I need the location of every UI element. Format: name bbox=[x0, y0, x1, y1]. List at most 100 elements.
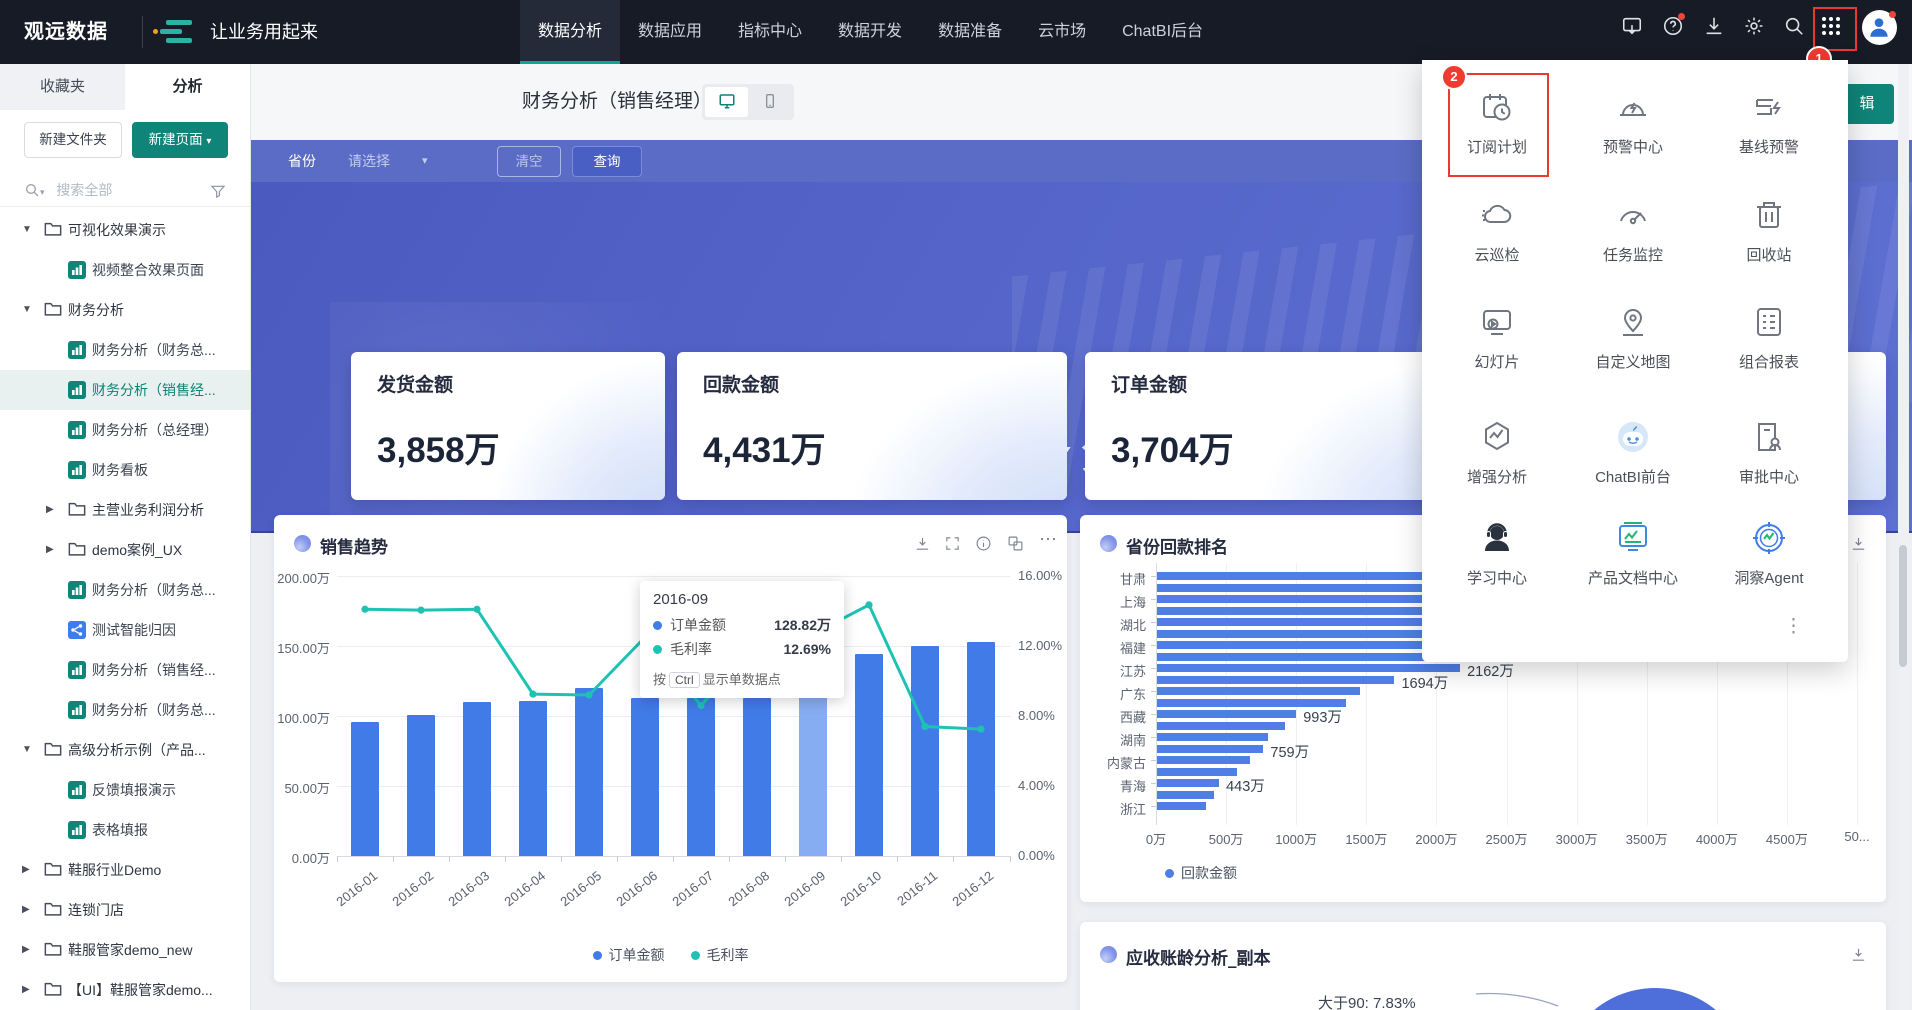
bar-2016-05[interactable] bbox=[575, 688, 603, 856]
legend-item-回款金额[interactable]: 回款金额 bbox=[1165, 863, 1237, 883]
caret-expanded-icon[interactable]: ▼ bbox=[22, 730, 32, 770]
bar-2016-12[interactable] bbox=[967, 641, 995, 856]
tree-item-鞋服行业Demo[interactable]: ▶ 鞋服行业Demo bbox=[0, 850, 250, 890]
tree-item-财务分析（财务总...[interactable]: 财务分析（财务总... bbox=[0, 690, 250, 730]
tree-item-鞋服管家demo_new[interactable]: ▶ 鞋服管家demo_new bbox=[0, 930, 250, 970]
nav-tab-云市场[interactable]: 云市场 bbox=[1020, 0, 1104, 61]
tree-item-demo案例_UX[interactable]: ▶ demo案例_UX bbox=[0, 530, 250, 570]
tree-item-可视化效果演示[interactable]: ▼ 可视化效果演示 bbox=[0, 210, 250, 250]
nav-tab-数据分析[interactable]: 数据分析 bbox=[520, 0, 621, 64]
hbar-19[interactable] bbox=[1157, 790, 1215, 799]
popup-item-回收站[interactable]: 回收站 bbox=[1701, 197, 1837, 265]
bar-2016-11[interactable] bbox=[911, 646, 939, 856]
legend-item-订单金额[interactable]: 订单金额 bbox=[592, 945, 665, 965]
search-icon[interactable] bbox=[1782, 15, 1806, 39]
tree-item-主营业务利润分析[interactable]: ▶ 主营业务利润分析 bbox=[0, 490, 250, 530]
hbar-15[interactable] bbox=[1157, 744, 1264, 753]
tree-item-【UI】鞋服管家demo...[interactable]: ▶ 【UI】鞋服管家demo... bbox=[0, 970, 250, 1010]
bar-2016-06[interactable] bbox=[631, 697, 659, 856]
hbar-17[interactable] bbox=[1157, 767, 1237, 776]
chevron-down-icon[interactable]: ▾ bbox=[422, 140, 428, 182]
bar-2016-09[interactable] bbox=[799, 675, 827, 856]
tree-item-财务分析（财务总...[interactable]: 财务分析（财务总... bbox=[0, 330, 250, 370]
tree-item-表格填报[interactable]: 表格填报 bbox=[0, 810, 250, 850]
tree-item-财务分析（总经理）[interactable]: 财务分析（总经理） bbox=[0, 410, 250, 450]
popup-item-组合报表[interactable]: 组合报表 bbox=[1701, 304, 1837, 372]
tree-item-财务分析（财务总...[interactable]: 财务分析（财务总... bbox=[0, 570, 250, 610]
sidebar-tab-favorites[interactable]: 收藏夹 bbox=[0, 64, 125, 110]
caret-expanded-icon[interactable]: ▼ bbox=[22, 210, 32, 250]
nav-tab-数据应用[interactable]: 数据应用 bbox=[620, 0, 720, 61]
bar-2016-08[interactable] bbox=[743, 697, 771, 856]
hbar-内蒙古[interactable] bbox=[1157, 756, 1250, 764]
card-info-icon[interactable] bbox=[975, 535, 993, 553]
hbar-13[interactable] bbox=[1157, 721, 1285, 730]
query-button[interactable]: 查询 bbox=[572, 146, 642, 177]
filter-funnel-icon[interactable] bbox=[210, 183, 226, 199]
popup-item-ChatBI前台[interactable]: ChatBI前台 bbox=[1565, 419, 1701, 487]
nav-tab-ChatBI后台[interactable]: ChatBI后台 bbox=[1104, 0, 1221, 61]
hbar-广东[interactable] bbox=[1157, 687, 1361, 695]
new-folder-button[interactable]: 新建文件夹 bbox=[24, 122, 122, 158]
tree-item-连锁门店[interactable]: ▶ 连锁门店 bbox=[0, 890, 250, 930]
desktop-view-button[interactable] bbox=[705, 87, 748, 117]
scrollbar-thumb[interactable] bbox=[1899, 545, 1907, 667]
popup-item-审批中心[interactable]: 审批中心 bbox=[1701, 419, 1837, 487]
nav-tab-数据开发[interactable]: 数据开发 bbox=[820, 0, 920, 61]
card-download-icon[interactable] bbox=[1850, 535, 1868, 553]
caret-collapsed-icon[interactable]: ▶ bbox=[22, 970, 30, 1010]
tree-item-财务看板[interactable]: 财务看板 bbox=[0, 450, 250, 490]
clear-button[interactable]: 清空 bbox=[497, 146, 561, 177]
hbar-青海[interactable] bbox=[1157, 779, 1220, 787]
popup-item-自定义地图[interactable]: 自定义地图 bbox=[1565, 304, 1701, 372]
caret-expanded-icon[interactable]: ▼ bbox=[22, 290, 32, 330]
hbar-湖南[interactable] bbox=[1157, 733, 1268, 741]
bar-2016-07[interactable] bbox=[687, 697, 715, 856]
popup-item-增强分析[interactable]: 增强分析 bbox=[1429, 419, 1565, 487]
nav-tab-数据准备[interactable]: 数据准备 bbox=[920, 0, 1020, 61]
popup-item-基线预警[interactable]: 基线预警 bbox=[1701, 89, 1837, 157]
popup-item-学习中心[interactable]: 学习中心 bbox=[1429, 520, 1565, 588]
caret-collapsed-icon[interactable]: ▶ bbox=[22, 930, 30, 970]
caret-collapsed-icon[interactable]: ▶ bbox=[22, 850, 30, 890]
province-legend[interactable]: 回款金额 bbox=[1165, 863, 1237, 883]
help-icon[interactable] bbox=[1661, 13, 1685, 39]
tree-item-财务分析（销售经...[interactable]: 财务分析（销售经... bbox=[0, 370, 250, 410]
settings-gear-icon[interactable] bbox=[1742, 15, 1766, 39]
sidebar-tab-analysis[interactable]: 分析 bbox=[125, 64, 250, 110]
bar-2016-02[interactable] bbox=[407, 714, 435, 856]
avatar[interactable] bbox=[1862, 10, 1897, 45]
new-page-button[interactable]: 新建页面 ▾ bbox=[132, 122, 228, 158]
caret-collapsed-icon[interactable]: ▶ bbox=[22, 890, 30, 930]
caret-collapsed-icon[interactable]: ▶ bbox=[46, 530, 54, 570]
edit-button-partial[interactable]: 辑 bbox=[1840, 84, 1894, 124]
popup-item-云巡检[interactable]: 云巡检 bbox=[1429, 197, 1565, 265]
tree-item-财务分析（销售经...[interactable]: 财务分析（销售经... bbox=[0, 650, 250, 690]
card-more-icon[interactable]: ⋯ bbox=[1039, 529, 1057, 549]
popup-item-产品文档中心[interactable]: 产品文档中心 bbox=[1565, 520, 1701, 588]
card-download-icon[interactable] bbox=[1850, 946, 1868, 964]
popup-item-任务监控[interactable]: 任务监控 bbox=[1565, 197, 1701, 265]
caret-collapsed-icon[interactable]: ▶ bbox=[46, 490, 54, 530]
cast-screen-icon[interactable] bbox=[1620, 15, 1644, 39]
hbar-9[interactable] bbox=[1157, 675, 1395, 684]
search-input[interactable]: ▾ 搜索全部 bbox=[24, 180, 226, 206]
popup-more-icon[interactable]: ⋮ bbox=[1784, 615, 1804, 638]
bar-2016-03[interactable] bbox=[463, 702, 491, 856]
legend-item-毛利率[interactable]: 毛利率 bbox=[690, 945, 749, 965]
aging-pie-chart[interactable] bbox=[1560, 988, 1750, 1010]
hbar-浙江[interactable] bbox=[1157, 802, 1207, 810]
popup-item-洞察Agent[interactable]: 洞察Agent bbox=[1701, 520, 1837, 588]
mobile-view-button[interactable] bbox=[748, 87, 791, 117]
bar-2016-10[interactable] bbox=[855, 654, 883, 856]
province-select[interactable]: 请选择 bbox=[348, 140, 390, 182]
card-download-icon[interactable] bbox=[914, 535, 932, 553]
nav-tab-指标中心[interactable]: 指标中心 bbox=[720, 0, 820, 61]
card-linkage-icon[interactable] bbox=[1007, 535, 1025, 553]
tree-item-视频整合效果页面[interactable]: 视频整合效果页面 bbox=[0, 250, 250, 290]
download-icon[interactable] bbox=[1702, 15, 1726, 39]
hbar-西藏[interactable] bbox=[1157, 710, 1297, 718]
tree-item-测试智能归因[interactable]: 测试智能归因 bbox=[0, 610, 250, 650]
tree-item-财务分析[interactable]: ▼ 财务分析 bbox=[0, 290, 250, 330]
card-fullscreen-icon[interactable] bbox=[944, 535, 962, 553]
